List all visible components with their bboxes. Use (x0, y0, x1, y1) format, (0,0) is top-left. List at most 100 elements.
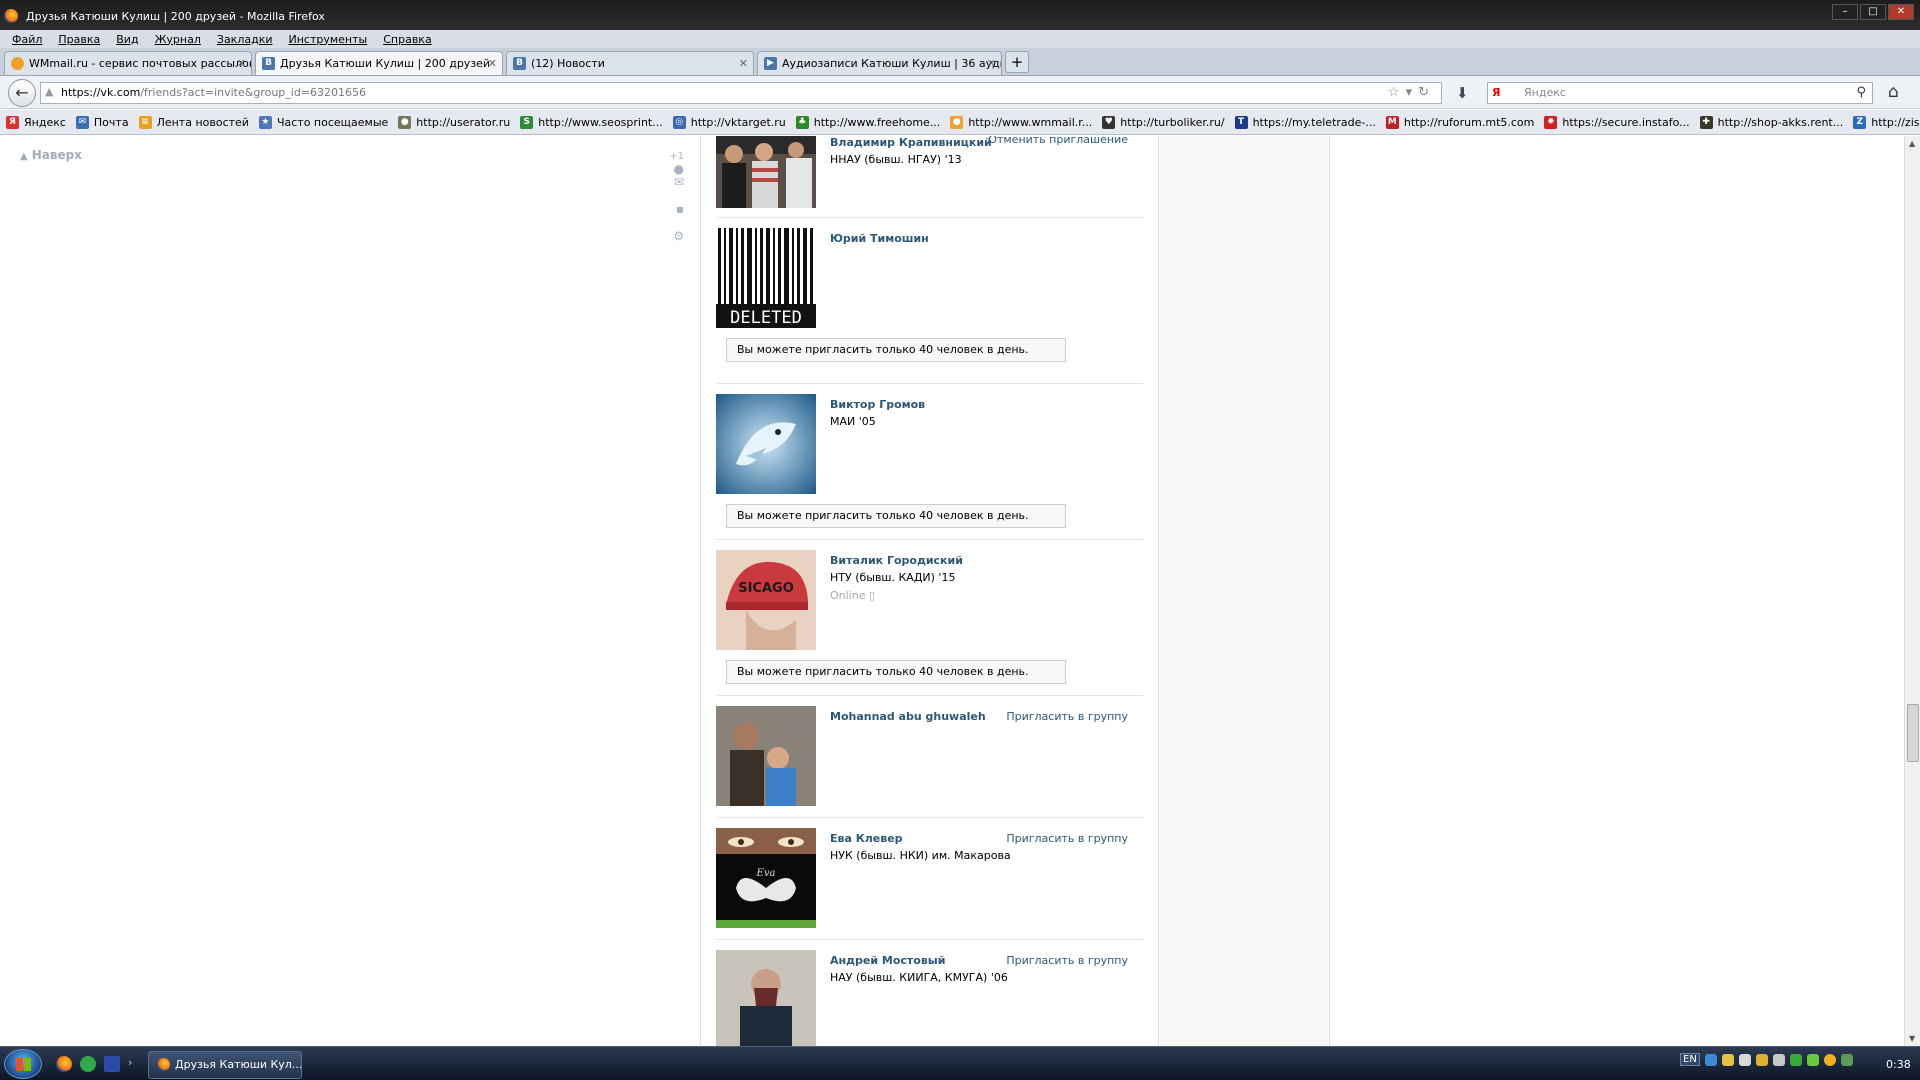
to-top-link[interactable]: ▲ Наверх (20, 148, 82, 162)
vertical-scrollbar[interactable]: ▲ ▼ (1904, 136, 1920, 1046)
menu-file[interactable]: Файл (12, 33, 42, 46)
online-status: Online ▯ (830, 589, 875, 602)
chat-icon[interactable]: ▪ (660, 202, 684, 229)
bookmark-item[interactable]: ● http://www.wmmail.r... (950, 115, 1092, 129)
tray-app-icon[interactable] (1840, 1053, 1853, 1066)
scroll-up-icon[interactable]: ▲ (1909, 139, 1915, 148)
close-icon[interactable]: ✕ (237, 52, 246, 75)
friend-avatar[interactable] (716, 394, 816, 494)
friend-name[interactable]: Виталик Городиский (830, 554, 963, 567)
chevron-right-icon[interactable]: › (128, 1056, 132, 1072)
up-arrow-icon: ▲ (20, 151, 28, 162)
maximize-button[interactable]: □ (1860, 4, 1886, 20)
right-column (1159, 136, 1329, 1046)
menu-help[interactable]: Справка (383, 33, 431, 46)
bookmark-item[interactable]: Shttp://www.seosprint... (520, 115, 663, 129)
firefox-icon[interactable] (56, 1056, 72, 1072)
friend-name[interactable]: Владимир Крапивницкий (830, 136, 992, 149)
search-input[interactable]: Я Яндекс ⚲ (1487, 82, 1873, 104)
mail-icon[interactable]: ✉ (660, 175, 684, 202)
tab-audio[interactable]: ▶ Аудиозаписи Катюши Кулиш | 36 ауди... … (757, 51, 1002, 75)
invite-to-group-link[interactable]: Пригласить в группу (1006, 710, 1128, 723)
back-button[interactable]: ← (8, 79, 36, 107)
close-button[interactable]: ✕ (1888, 4, 1914, 20)
home-icon[interactable]: ⌂ (1888, 82, 1899, 102)
tray-app-icon[interactable] (1738, 1053, 1751, 1066)
plus-one-user-icon[interactable]: +1 ● (660, 148, 684, 176)
bookmark-favicon-icon: ✚ (1699, 115, 1713, 129)
friend-name[interactable]: Юрий Тимошин (830, 232, 929, 245)
app-icon[interactable] (104, 1056, 120, 1072)
bookmark-favicon-icon: ● (398, 115, 412, 129)
bookmark-item[interactable]: ♣ http://www.freehome... (795, 115, 940, 129)
tray-app-icon[interactable] (1721, 1053, 1734, 1066)
scrollbar-thumb[interactable] (1907, 704, 1919, 762)
bookmark-favicon-icon: Я (6, 115, 19, 129)
volume-icon[interactable] (1772, 1053, 1785, 1066)
cancel-invite-link[interactable]: Отменить приглашение (988, 136, 1128, 146)
tab-news[interactable]: B (12) Новости ✕ (506, 51, 754, 75)
scroll-down-icon[interactable]: ▼ (1909, 1034, 1915, 1043)
clock: 0:38 (1886, 1058, 1911, 1071)
bookmark-item[interactable]: ✚ http://shop-akks.rent... (1699, 115, 1843, 129)
menu-bookmarks[interactable]: Закладки (217, 33, 273, 46)
friend-avatar[interactable]: DELETED (716, 228, 816, 328)
tray-app-icon[interactable] (1789, 1053, 1802, 1066)
new-tab-button[interactable]: + (1005, 51, 1029, 73)
bookmark-item[interactable]: ≡ Лента новостей (138, 115, 249, 129)
bookmark-star-icon[interactable]: ☆▾↻ (1388, 83, 1435, 103)
close-icon[interactable]: ✕ (739, 52, 748, 75)
menu-history[interactable]: Журнал (155, 33, 201, 46)
minimize-button[interactable]: – (1832, 4, 1858, 20)
menu-tools[interactable]: Инструменты (289, 33, 368, 46)
friend-avatar[interactable]: SICAGO (716, 550, 816, 650)
tray-app-icon[interactable] (1823, 1053, 1836, 1066)
menu-view[interactable]: Вид (116, 33, 138, 46)
close-icon[interactable]: ✕ (987, 52, 996, 75)
cap-text: SICAGO (738, 581, 794, 596)
search-icon[interactable]: ⚲ (1856, 83, 1866, 103)
gear-icon[interactable]: ⚙ (660, 229, 684, 256)
tab-wmmail[interactable]: WMmail.ru - сервис почтовых рассылок... … (4, 51, 252, 75)
bookmark-item[interactable]: ✸ https://secure.instafo... (1544, 115, 1690, 129)
bookmark-label: Почта (93, 115, 129, 129)
invite-to-group-link[interactable]: Пригласить в группу (1006, 832, 1128, 845)
tab-label: Аудиозаписи Катюши Кулиш | 36 ауди... (782, 57, 1002, 70)
bookmark-favicon-icon: ✉ (75, 115, 89, 129)
bookmark-item[interactable]: Я Яндекс (6, 115, 66, 129)
taskbar-window-button[interactable]: Друзья Катюши Кул... (148, 1051, 302, 1079)
download-icon[interactable]: ⬇ (1456, 84, 1469, 102)
url-host: https://vk.com (61, 86, 141, 99)
friend-name[interactable]: Андрей Мостовый (830, 954, 945, 967)
tray-app-icon[interactable] (1755, 1053, 1768, 1066)
start-button[interactable] (4, 1049, 42, 1079)
friend-avatar[interactable] (716, 706, 816, 806)
invite-to-group-link[interactable]: Пригласить в группу (1006, 954, 1128, 967)
bookmark-item[interactable]: ✉ Почта (75, 115, 129, 129)
tray-app-icon[interactable] (1806, 1053, 1819, 1066)
bookmark-item[interactable]: Zhttp://zismo.biz/ (1853, 115, 1920, 129)
tab-friends[interactable]: B Друзья Катюши Кулиш | 200 друзей ✕ (255, 51, 503, 75)
bookmark-item[interactable]: ◎ http://vktarget.ru (672, 115, 786, 129)
friend-name[interactable]: Виктор Громов (830, 398, 925, 411)
close-icon[interactable]: ✕ (488, 52, 497, 75)
friend-avatar[interactable] (716, 950, 816, 1046)
bookmark-item[interactable]: Thttps://my.teletrade-... (1234, 115, 1376, 129)
friend-name[interactable]: Ева Клевер (830, 832, 903, 845)
friend-name[interactable]: Mohannad abu ghuwaleh (830, 710, 986, 723)
bookmark-item[interactable]: ★ Часто посещаемые (258, 115, 388, 129)
menu-bar: Файл Правка Вид Журнал Закладки Инструме… (0, 30, 1920, 48)
url-path: /friends?act=invite&group_id=63201656 (140, 86, 367, 99)
utorrent-icon[interactable] (80, 1056, 96, 1072)
language-indicator[interactable]: EN (1680, 1053, 1700, 1066)
bookmark-label: Лента новостей (156, 115, 249, 129)
bookmark-item[interactable]: ● http://userator.ru (398, 115, 510, 129)
friend-education: НУК (бывш. НКИ) им. Макарова (830, 849, 1011, 862)
bookmark-item[interactable]: ♥ http://turboliker.ru/ (1102, 115, 1225, 129)
friend-avatar[interactable] (716, 136, 816, 208)
friend-avatar[interactable]: Eva (716, 828, 816, 928)
menu-edit[interactable]: Правка (58, 33, 100, 46)
bookmark-item[interactable]: Mhttp://ruforum.mt5.com (1385, 115, 1534, 129)
address-bar[interactable]: ▲ https://vk.com/friends?act=invite&grou… (40, 82, 1442, 104)
network-icon[interactable] (1704, 1053, 1717, 1066)
